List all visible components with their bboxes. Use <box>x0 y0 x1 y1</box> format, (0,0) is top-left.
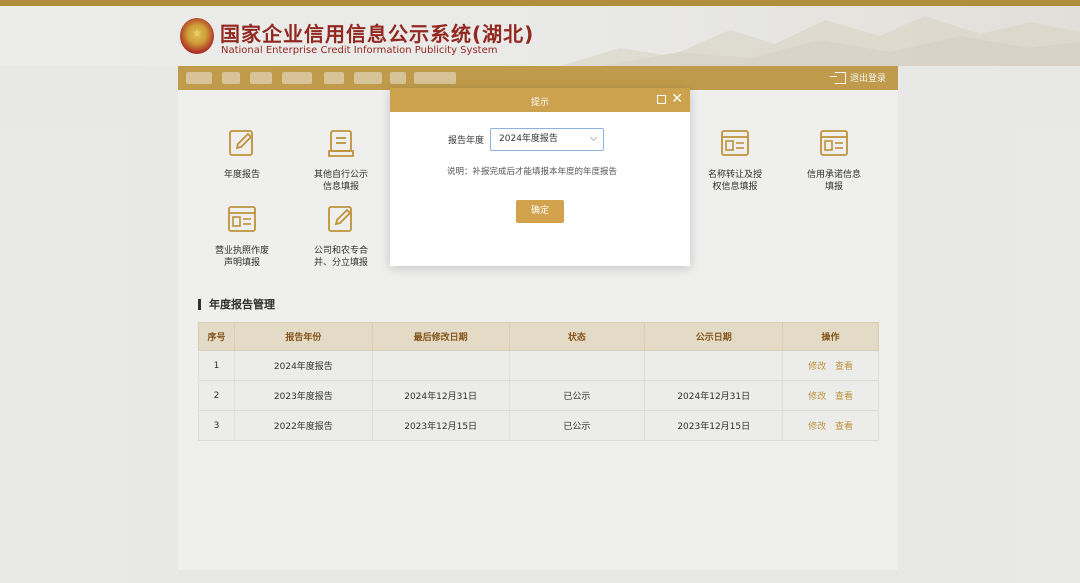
report-year-select[interactable]: 2024年度报告 <box>490 128 605 151</box>
chevron-down-icon <box>589 133 598 142</box>
confirm-button[interactable]: 确定 <box>516 200 564 223</box>
report-year-label: 报告年度 <box>448 136 485 146</box>
dialog-note: 说明：补报完成后才能填报本年度的年度报告 <box>447 167 618 177</box>
maximize-icon[interactable] <box>657 95 666 104</box>
close-icon[interactable]: ✕ <box>671 91 683 107</box>
dialog-title: 提示 <box>530 98 549 108</box>
report-year-value: 2024年度报告 <box>499 134 558 144</box>
report-year-row: 报告年度 2024年度报告 <box>448 128 605 151</box>
prompt-dialog: 提示 ✕ 报告年度 2024年度报告 说明：补报完成后才能填报本年度的年度报告 … <box>390 88 690 266</box>
dialog-header: 提示 ✕ <box>390 88 690 112</box>
